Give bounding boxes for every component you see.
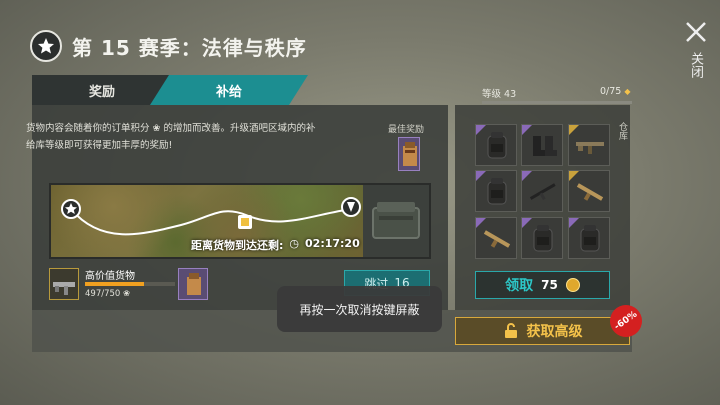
claim-amount: 75 — [541, 278, 558, 292]
close-icon — [686, 22, 706, 42]
item-slot[interactable] — [568, 217, 610, 259]
boots-icon — [533, 136, 557, 156]
close-button[interactable]: 关闭 — [676, 18, 712, 82]
high-value-reward-icon[interactable] — [178, 268, 208, 300]
item-slot[interactable] — [475, 124, 517, 166]
start-marker-icon — [61, 199, 81, 219]
high-value-progress-fill — [85, 282, 145, 286]
rifle-dark-icon — [529, 183, 556, 201]
level-progress: 0/75 ◆ — [600, 86, 631, 97]
clock-icon: ◷ — [289, 237, 300, 250]
coin-icon — [565, 278, 580, 292]
backpack-icon — [487, 132, 507, 159]
best-reward-icon[interactable] — [398, 137, 420, 171]
level-progress-bar — [482, 101, 632, 104]
timer-value: 02:17:20 — [305, 237, 360, 250]
points-icon: ❀ — [123, 289, 131, 299]
get-premium-button[interactable]: 获取高级 — [455, 317, 630, 345]
delivery-map: 距离货物到达还剩: ◷ 02:17:20 — [51, 185, 363, 257]
timer-label: 距离货物到达还剩: — [191, 239, 284, 252]
high-value-cargo-title: 高价值货物 — [85, 271, 135, 282]
toast-message: 再按一次取消按键屏蔽 — [277, 286, 442, 332]
page-title: 第 15 赛季：法律与秩序 — [72, 35, 307, 60]
tab-rewards[interactable]: 奖励 — [32, 75, 172, 105]
backpack-icon — [580, 225, 600, 252]
supply-crate-image — [363, 185, 429, 257]
best-reward-label: 最佳奖励 — [388, 125, 425, 135]
warehouse-label: 仓库 — [617, 122, 627, 140]
item-slot[interactable] — [568, 170, 610, 212]
season-badge-icon — [30, 30, 62, 62]
high-value-cargo-icon[interactable] — [49, 268, 79, 300]
item-slot[interactable] — [521, 217, 563, 259]
arrival-timer: 距离货物到达还剩: ◷ 02:17:20 — [191, 237, 360, 253]
rifle-tan-icon — [576, 183, 604, 201]
backpack-icon — [533, 225, 553, 252]
item-slot[interactable] — [521, 170, 563, 212]
item-slot[interactable] — [568, 124, 610, 166]
claim-button[interactable]: 领取 75 — [475, 271, 610, 299]
delivery-map-frame: 距离货物到达还剩: ◷ 02:17:20 — [49, 183, 431, 259]
high-value-count: 497/750 ❀ — [85, 289, 130, 299]
supply-description: 货物内容会随着你的订单积分 ❀ 的增加而改善。升级酒吧区域内的补给库等级即可获得… — [26, 123, 316, 151]
claim-label: 领取 — [505, 278, 534, 294]
rifle-tan-icon — [483, 230, 511, 248]
season-header: 第 15 赛季：法律与秩序 — [30, 28, 307, 64]
premium-label: 获取高级 — [526, 324, 583, 340]
rifle-icon — [576, 142, 604, 154]
diamond-icon: ◆ — [624, 87, 631, 96]
item-slot[interactable] — [475, 170, 517, 212]
tab-supply[interactable]: 补给 — [150, 75, 308, 105]
level-progress-text: 0/75 — [600, 86, 622, 97]
tab-bar: 奖励 补给 — [32, 75, 308, 105]
unlock-icon — [504, 323, 517, 338]
close-label: 关闭 — [688, 52, 703, 78]
item-slot[interactable] — [521, 124, 563, 166]
backpack-icon — [487, 178, 507, 205]
cargo-marker-icon — [238, 215, 252, 229]
high-value-progress-bar — [85, 282, 175, 286]
item-slot[interactable] — [475, 217, 517, 259]
destination-marker-icon — [341, 197, 361, 217]
level-label: 等级 43 — [482, 89, 517, 100]
high-value-count-text: 497/750 — [85, 289, 121, 299]
